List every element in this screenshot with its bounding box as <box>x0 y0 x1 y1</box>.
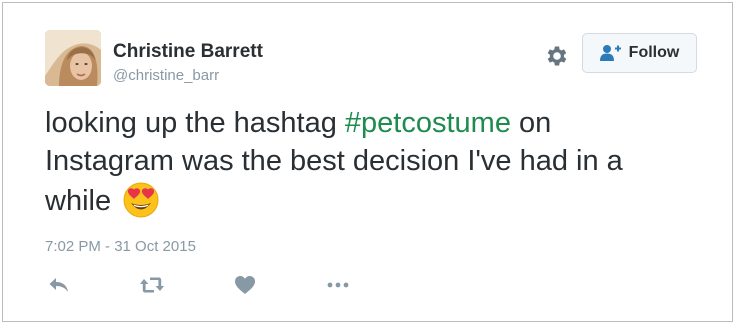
avatar[interactable] <box>45 30 101 86</box>
follow-button[interactable]: Follow <box>582 33 697 73</box>
tweet-text: looking up the hashtag #petcostume on In… <box>45 104 685 220</box>
tweet-text-before: looking up the hashtag <box>45 107 345 139</box>
gear-icon[interactable] <box>544 43 570 69</box>
add-user-icon <box>599 45 621 61</box>
avatar-photo <box>45 30 101 86</box>
author-handle[interactable]: @christine_barr <box>113 67 219 84</box>
hashtag-link[interactable]: #petcostume <box>345 107 511 139</box>
author-name[interactable]: Christine Barrett <box>113 41 263 63</box>
reply-icon[interactable] <box>45 273 73 297</box>
like-icon[interactable] <box>231 273 259 297</box>
tweet-card: Christine Barrett @christine_barr Follow… <box>2 2 733 322</box>
timestamp[interactable]: 7:02 PM - 31 Oct 2015 <box>45 238 196 255</box>
retweet-icon[interactable] <box>138 273 166 297</box>
more-icon[interactable] <box>324 273 352 297</box>
follow-label: Follow <box>628 44 680 61</box>
heart-eyes-emoji <box>121 180 161 220</box>
